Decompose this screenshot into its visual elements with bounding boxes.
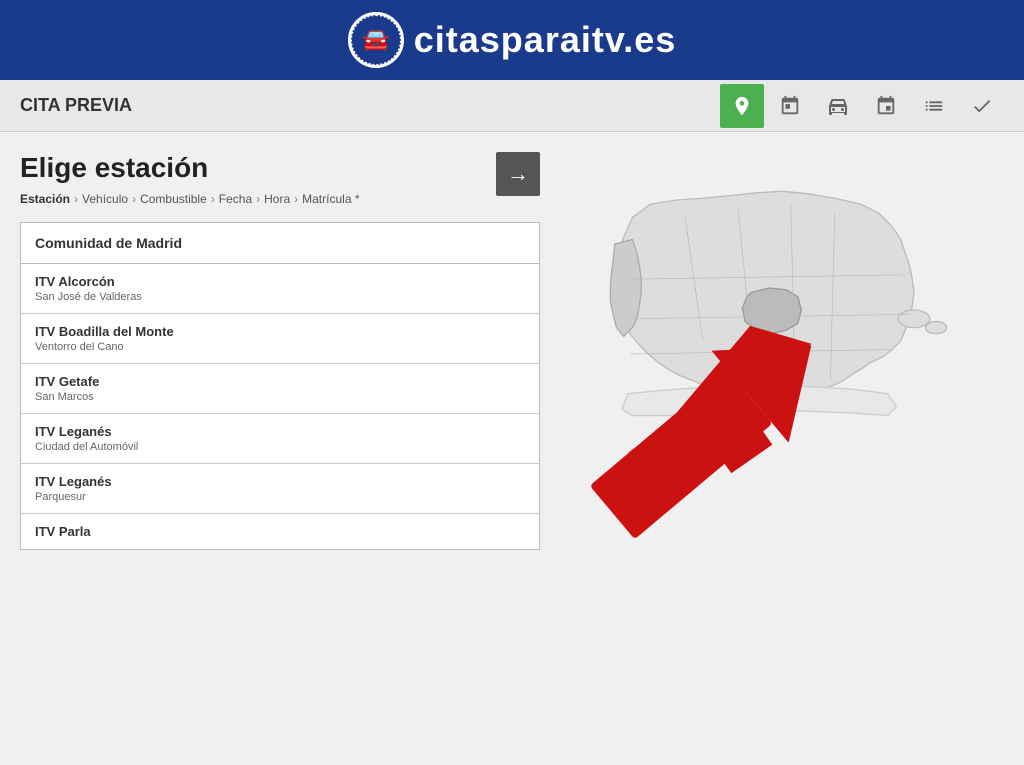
calendar-icon bbox=[875, 95, 897, 117]
location-icon bbox=[731, 95, 753, 117]
station-name: ITV Parla bbox=[35, 524, 525, 539]
breadcrumb-fecha: Fecha bbox=[219, 192, 252, 206]
car-icon: 🚘 bbox=[362, 27, 389, 53]
nav-cal-btn[interactable] bbox=[864, 84, 908, 128]
navbar: CITA PREVIA bbox=[0, 80, 1024, 132]
breadcrumb-estacion: Estación bbox=[20, 192, 70, 206]
nav-location-btn[interactable] bbox=[720, 84, 764, 128]
red-arrow bbox=[532, 312, 852, 592]
list-icon bbox=[923, 95, 945, 117]
logo-circle: 🚘 bbox=[348, 12, 404, 68]
main-content: Elige estación Estación › Vehículo › Com… bbox=[0, 132, 1024, 765]
nav-check-btn[interactable] bbox=[960, 84, 1004, 128]
calendar-grid-icon bbox=[779, 95, 801, 117]
site-header: 🚘 citasparaitv.es bbox=[0, 0, 1024, 80]
station-addr: Parquesur bbox=[35, 491, 525, 503]
breadcrumb-matricula: Matrícula * bbox=[302, 192, 359, 206]
map-container bbox=[562, 162, 1002, 542]
next-button[interactable]: → bbox=[496, 152, 540, 196]
station-name: ITV Boadilla del Monte bbox=[35, 324, 525, 339]
nav-calendar-grid-btn[interactable] bbox=[768, 84, 812, 128]
station-name: ITV Leganés bbox=[35, 424, 525, 439]
breadcrumb-combustible: Combustible bbox=[140, 192, 207, 206]
station-item-leganes-1[interactable]: ITV Leganés Ciudad del Automóvil bbox=[21, 414, 539, 464]
station-item-getafe[interactable]: ITV Getafe San Marcos bbox=[21, 364, 539, 414]
station-item-boadilla[interactable]: ITV Boadilla del Monte Ventorro del Cano bbox=[21, 314, 539, 364]
check-icon bbox=[971, 95, 993, 117]
station-list: Comunidad de Madrid ITV Alcorcón San Jos… bbox=[20, 222, 540, 550]
station-name: ITV Leganés bbox=[35, 474, 525, 489]
site-title: citasparaitv.es bbox=[414, 19, 676, 61]
station-name: ITV Alcorcón bbox=[35, 274, 525, 289]
nav-car-btn[interactable] bbox=[816, 84, 860, 128]
left-panel: Elige estación Estación › Vehículo › Com… bbox=[20, 152, 540, 755]
station-group-header[interactable]: Comunidad de Madrid bbox=[21, 223, 539, 264]
car-nav-icon bbox=[826, 95, 850, 117]
nav-list-btn[interactable] bbox=[912, 84, 956, 128]
station-name: ITV Getafe bbox=[35, 374, 525, 389]
right-panel bbox=[560, 152, 1004, 755]
station-addr: San Marcos bbox=[35, 391, 525, 403]
station-item-parla[interactable]: ITV Parla bbox=[21, 514, 539, 549]
breadcrumb: Estación › Vehículo › Combustible › Fech… bbox=[20, 192, 360, 206]
station-addr: San José de Valderas bbox=[35, 291, 525, 303]
breadcrumb-vehiculo: Vehículo bbox=[82, 192, 128, 206]
page-heading: Elige estación bbox=[20, 152, 360, 184]
station-item-alcorcon[interactable]: ITV Alcorcón San José de Valderas bbox=[21, 264, 539, 314]
breadcrumb-hora: Hora bbox=[264, 192, 290, 206]
station-addr: Ventorro del Cano bbox=[35, 341, 525, 353]
station-addr: Ciudad del Automóvil bbox=[35, 441, 525, 453]
nav-icons bbox=[720, 84, 1004, 128]
nav-title: CITA PREVIA bbox=[20, 95, 720, 116]
station-item-leganes-2[interactable]: ITV Leganés Parquesur bbox=[21, 464, 539, 514]
